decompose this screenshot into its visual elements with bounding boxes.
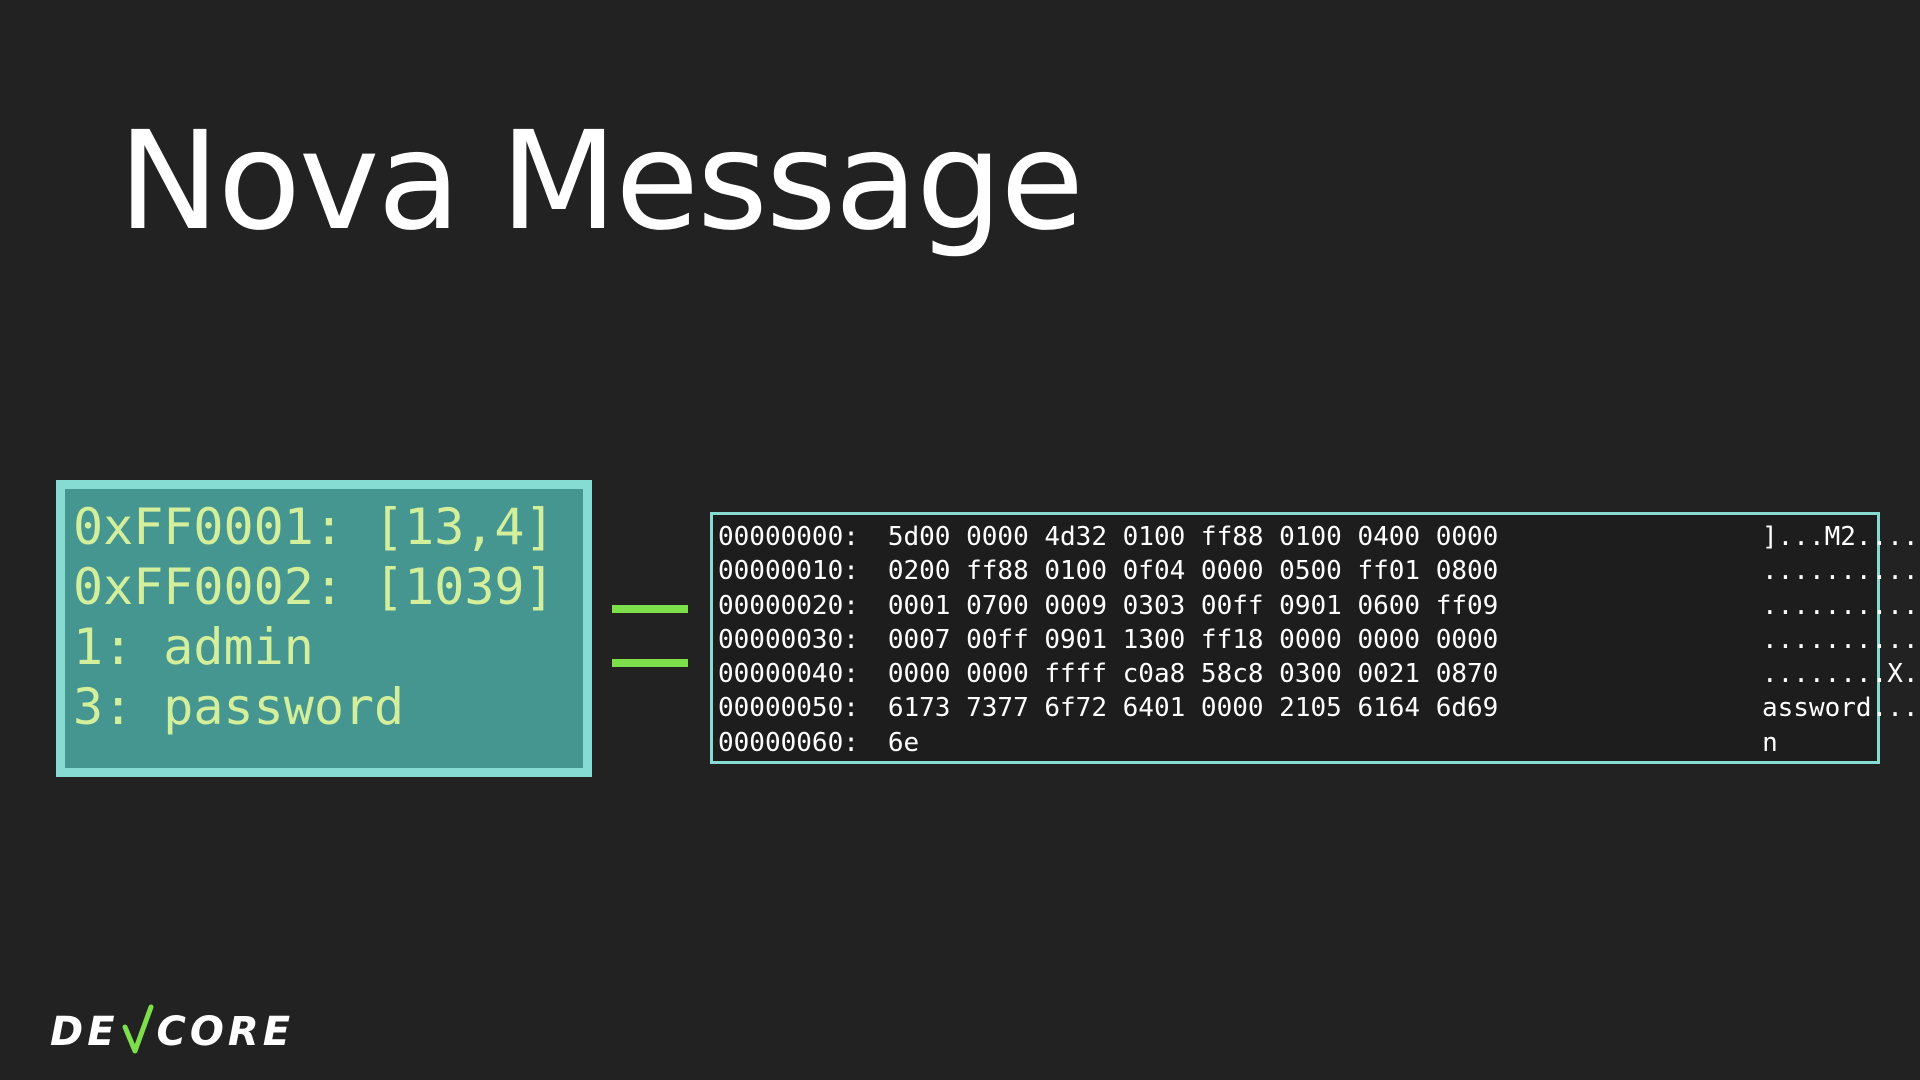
hexdump-row: 00000060: 6e n bbox=[718, 726, 1877, 760]
hexdump-offset: 00000010: bbox=[718, 556, 859, 587]
message-line: 0xFF0002: [1039] bbox=[73, 558, 555, 616]
hexdump-ascii: ]...M2.......... bbox=[1762, 522, 1920, 552]
hexdump-bytes: 0007 00ff 0901 1300 ff18 0000 0000 0000 bbox=[887, 624, 1499, 655]
devcore-logo: DE CORE bbox=[50, 995, 294, 1055]
hexdump-row: 00000040: 0000 0000 ffff c0a8 58c8 0300 … bbox=[718, 657, 1920, 691]
hexdump-ascii: ................ bbox=[1762, 556, 1920, 587]
hexdump-row: 00000030: 0007 00ff 0901 1300 ff18 0000 … bbox=[718, 623, 1920, 657]
logo-text-right: CORE bbox=[156, 1009, 295, 1055]
hexdump-panel: 00000000: 5d00 0000 4d32 0100 ff88 0100 … bbox=[710, 512, 1920, 764]
message-line: 0xFF0001: [13,4] bbox=[73, 498, 555, 556]
hexdump-offset: 00000000: bbox=[718, 522, 859, 552]
message-line: 3: password bbox=[73, 678, 405, 736]
hexdump-ascii: ........X....!.p bbox=[1762, 659, 1920, 690]
hexdump-row: 00000050: 6173 7377 6f72 6401 0000 2105 … bbox=[718, 691, 1920, 725]
nova-message-box: 0xFF0001: [13,4] 0xFF0002: [1039] 1: adm… bbox=[56, 480, 592, 777]
hexdump-bytes: 0000 0000 ffff c0a8 58c8 0300 0021 0870 bbox=[887, 659, 1499, 690]
logo-text-left: DE bbox=[50, 1009, 119, 1055]
hexdump-ascii: ................ bbox=[1762, 590, 1920, 621]
equals-sign bbox=[612, 605, 688, 667]
equals-bar-bottom bbox=[612, 659, 688, 667]
hexdump-ascii: assword...!.admi bbox=[1762, 693, 1920, 724]
equals-bar-top bbox=[612, 605, 688, 613]
hexdump-bytes: 0001 0700 0009 0303 00ff 0901 0600 ff09 bbox=[887, 590, 1499, 621]
hexdump-row: 00000000: 5d00 0000 4d32 0100 ff88 0100 … bbox=[718, 520, 1920, 554]
message-line: 1: admin bbox=[73, 618, 314, 676]
hexdump-bytes: 6e bbox=[887, 727, 920, 758]
hexdump-ascii: ................ bbox=[1762, 624, 1920, 655]
hexdump-offset: 00000060: bbox=[718, 727, 859, 758]
check-icon bbox=[122, 1004, 154, 1054]
slide: Nova Message 0xFF0001: [13,4] 0xFF0002: … bbox=[0, 0, 1920, 1080]
hexdump-offset: 00000030: bbox=[718, 624, 859, 655]
hexdump-bytes: 5d00 0000 4d32 0100 ff88 0100 0400 0000 bbox=[887, 522, 1499, 552]
hexdump-offset: 00000040: bbox=[718, 659, 859, 690]
slide-title: Nova Message bbox=[118, 103, 1084, 261]
hexdump-offset: 00000050: bbox=[718, 693, 859, 724]
hexdump-offset: 00000020: bbox=[718, 590, 859, 621]
hexdump-bytes: 6173 7377 6f72 6401 0000 2105 6164 6d69 bbox=[887, 693, 1499, 724]
hexdump-bytes: 0200 ff88 0100 0f04 0000 0500 ff01 0800 bbox=[887, 556, 1499, 587]
hexdump-ascii: n bbox=[1762, 727, 1778, 758]
hexdump-row: 00000010: 0200 ff88 0100 0f04 0000 0500 … bbox=[718, 554, 1920, 588]
hexdump-row: 00000020: 0001 0700 0009 0303 00ff 0901 … bbox=[718, 589, 1920, 623]
